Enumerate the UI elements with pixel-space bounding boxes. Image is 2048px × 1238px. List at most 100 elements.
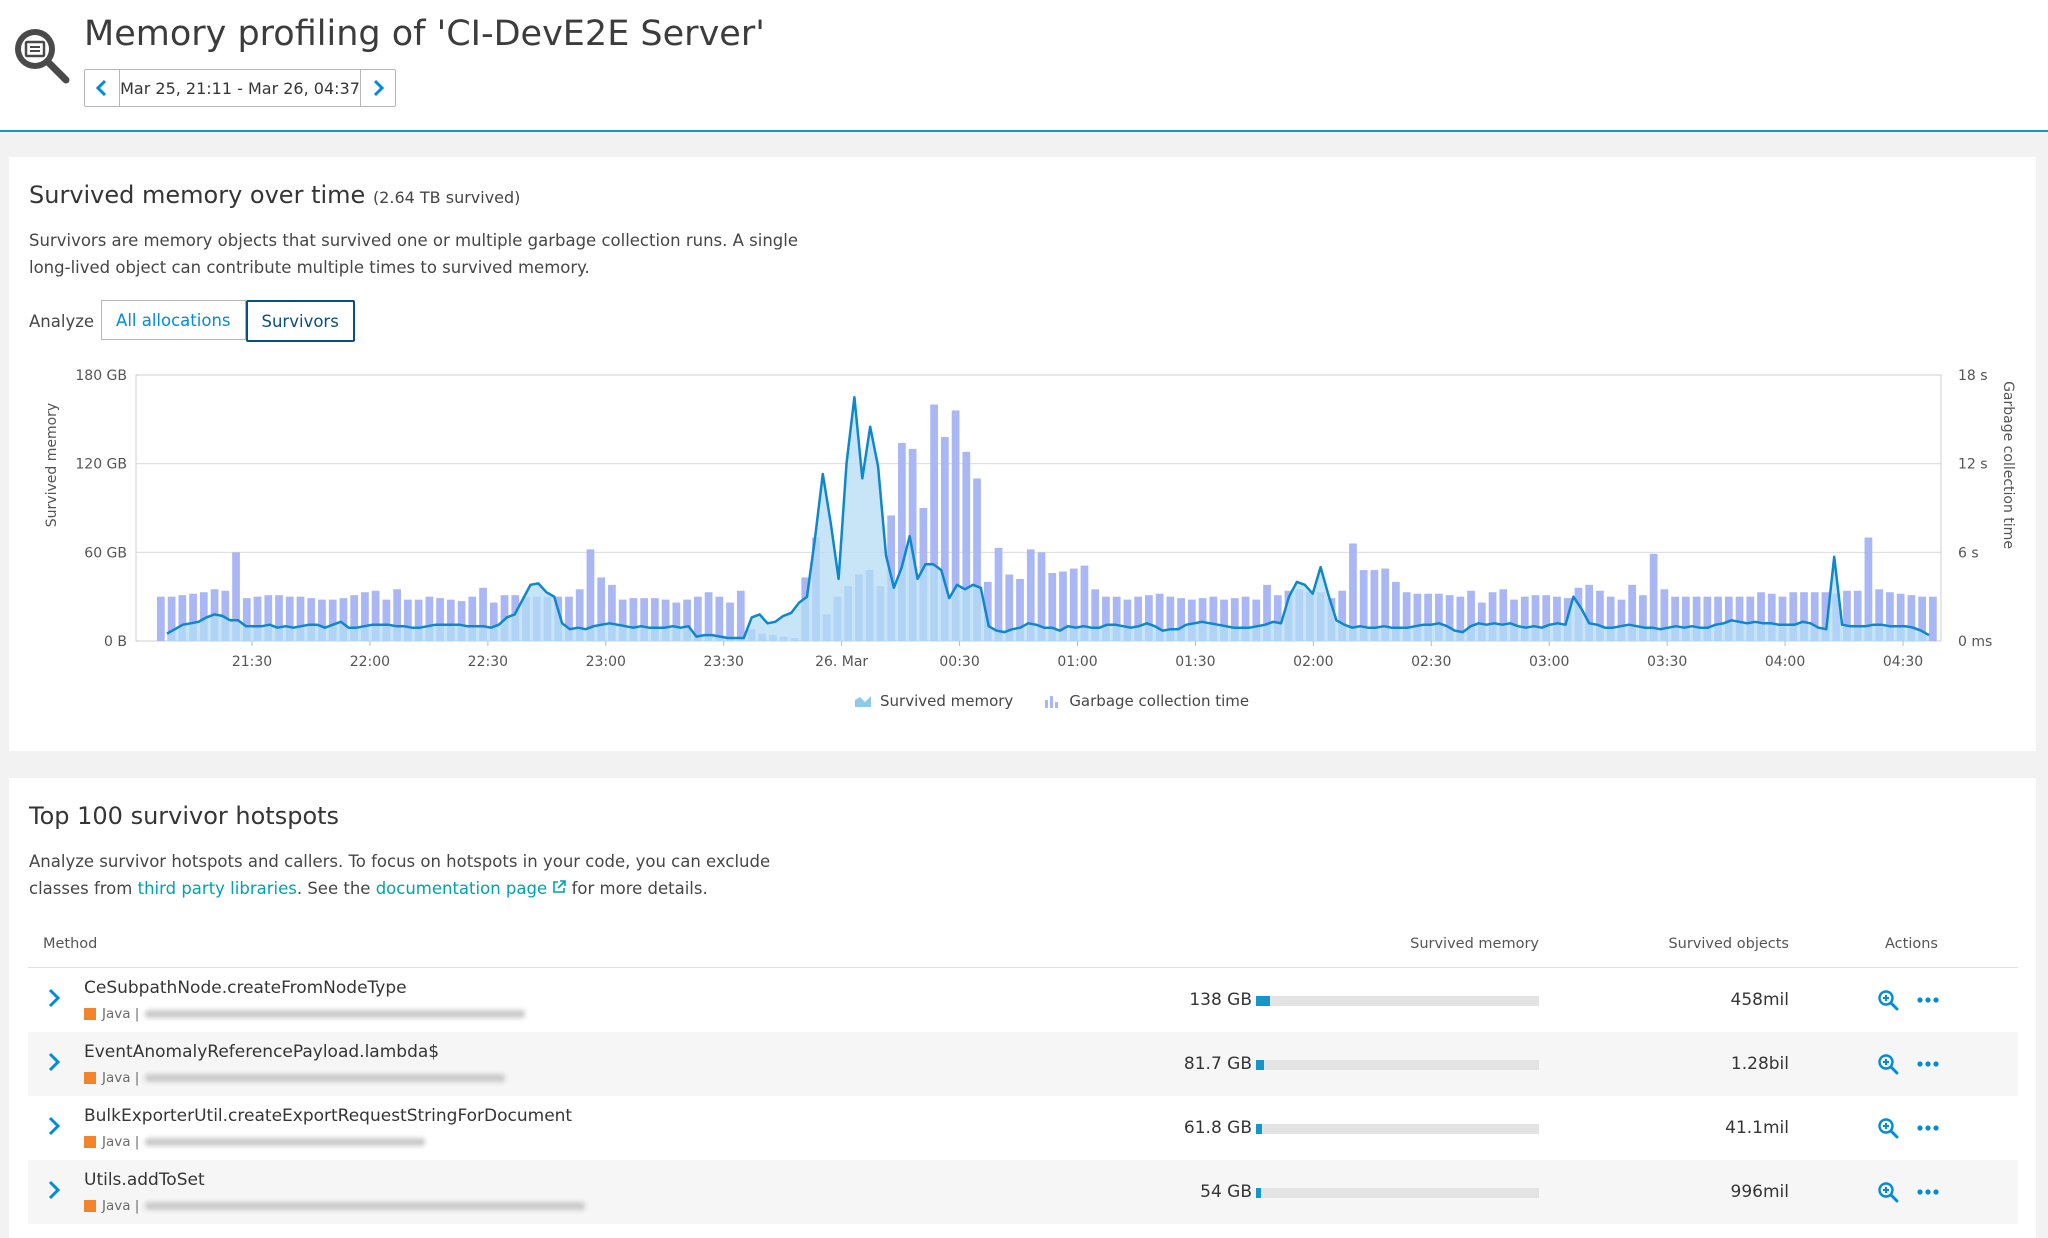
x-tick-label: 26. Mar — [815, 654, 868, 670]
column-header-survived-objects[interactable]: Survived objects — [1668, 936, 1789, 952]
survived-memory-title: Survived memory over time — [29, 181, 366, 209]
column-header-actions: Actions — [1885, 936, 1938, 952]
more-actions-icon[interactable] — [1914, 1178, 1942, 1206]
area-chart-icon — [855, 696, 871, 707]
expand-chevron-icon[interactable] — [42, 1178, 66, 1202]
hotspots-desc-line2: classes from third party libraries. See … — [29, 875, 829, 902]
survivors-button[interactable]: Survivors — [245, 300, 355, 342]
survived-memory-value: 81.7 GB — [1183, 1054, 1252, 1074]
x-tick-label: 04:00 — [1765, 654, 1805, 670]
x-tick-label: 03:30 — [1647, 654, 1687, 670]
y-right-tick-label: 18 s — [1958, 368, 1988, 384]
gc-time-bar[interactable] — [994, 547, 1003, 641]
survived-memory-bar-fill — [1256, 1060, 1265, 1070]
survived-objects-value: 41.1mil — [1725, 1118, 1789, 1138]
x-tick-label: 22:30 — [468, 654, 508, 670]
x-tick-label: 04:30 — [1883, 654, 1923, 670]
table-row[interactable]: CeSubpathNode.createFromNodeType Java | … — [28, 968, 2018, 1032]
column-header-survived-memory[interactable]: Survived memory — [1410, 936, 1539, 952]
documentation-page-link[interactable]: documentation page — [376, 879, 547, 898]
survived-memory-bar-fill — [1256, 1188, 1262, 1198]
survived-description: Survivors are memory objects that surviv… — [29, 227, 829, 281]
analyze-switch: Analyze All allocations Survivors — [29, 300, 355, 342]
java-icon — [84, 1072, 96, 1084]
gc-time-bar[interactable] — [704, 592, 713, 641]
table-row[interactable]: EventAnomalyReferencePayload.lambda$ Jav… — [28, 1032, 2018, 1096]
survived-memory-chart: 180 GB 120 GB 60 GB 0 B 18 s 12 s 6 s 0 ms 21:… — [44, 368, 2016, 670]
y-left-tick-label: 60 GB — [84, 545, 127, 561]
redacted-package — [145, 1202, 586, 1210]
x-tick-label: 00:30 — [939, 654, 979, 670]
survived-objects-value: 1.28bil — [1730, 1054, 1789, 1074]
java-icon — [84, 1200, 96, 1212]
expand-chevron-icon[interactable] — [42, 1114, 66, 1138]
y-left-tick-label: 180 GB — [75, 368, 127, 384]
gc-time-bar[interactable] — [1929, 596, 1937, 641]
expand-chevron-icon[interactable] — [42, 986, 66, 1010]
gc-time-bar[interactable] — [157, 596, 165, 641]
redacted-package — [145, 1138, 426, 1146]
timeframe-next-button[interactable] — [361, 70, 395, 106]
all-allocations-button[interactable]: All allocations — [101, 300, 246, 340]
chevron-left-icon — [95, 79, 107, 97]
hotspots-desc-pre: classes from — [29, 879, 138, 898]
method-name[interactable]: CeSubpathNode.createFromNodeType — [84, 978, 407, 998]
x-tick-label: 22:00 — [350, 654, 390, 670]
more-actions-icon[interactable] — [1914, 1050, 1942, 1078]
legend-gc-label: Garbage collection time — [1069, 692, 1250, 710]
gc-time-bar[interactable] — [736, 590, 745, 641]
legend-gc-time[interactable]: Garbage collection time — [1043, 692, 1249, 710]
x-tick-label: 01:00 — [1057, 654, 1097, 670]
method-details: Java | — [84, 1006, 526, 1022]
bar-chart-icon — [1045, 696, 1059, 708]
redacted-package — [145, 1010, 526, 1018]
survived-memory-value: 61.8 GB — [1183, 1118, 1252, 1138]
page-header: Memory profiling of 'CI-DevE2E Server' M… — [0, 0, 2048, 132]
chevron-right-icon — [373, 79, 385, 97]
y-axis-left-label: Survived memory — [44, 403, 60, 527]
analyze-zoom-icon[interactable] — [1874, 986, 1902, 1014]
more-actions-icon[interactable] — [1914, 1114, 1942, 1142]
x-tick-label: 02:30 — [1411, 654, 1451, 670]
timeframe-value[interactable]: Mar 25, 21:11 - Mar 26, 04:37 — [119, 70, 361, 106]
survived-memory-bar — [1256, 1060, 1539, 1070]
memory-profiling-icon — [10, 24, 74, 88]
survived-memory-bar — [1256, 1188, 1539, 1198]
method-details: Java | — [84, 1070, 506, 1086]
column-header-method[interactable]: Method — [43, 936, 97, 952]
method-name[interactable]: Utils.addToSet — [84, 1170, 205, 1190]
analyze-zoom-icon[interactable] — [1874, 1050, 1902, 1078]
analyze-zoom-icon[interactable] — [1874, 1178, 1902, 1206]
survived-memory-bar — [1256, 996, 1539, 1006]
y-right-tick-label: 12 s — [1958, 457, 1988, 473]
analyze-zoom-icon[interactable] — [1874, 1114, 1902, 1142]
y-right-tick-label: 6 s — [1958, 545, 1979, 561]
survived-memory-bar-fill — [1256, 1124, 1262, 1134]
more-actions-icon[interactable] — [1914, 986, 1942, 1014]
gc-time-bar[interactable] — [715, 596, 724, 641]
survived-total: (2.64 TB survived) — [372, 188, 521, 207]
method-language: Java | — [102, 1134, 140, 1150]
java-icon — [84, 1008, 96, 1020]
third-party-libraries-link[interactable]: third party libraries — [138, 879, 297, 898]
method-name[interactable]: BulkExporterUtil.createExportRequestStri… — [84, 1106, 572, 1126]
survived-desc-line2: long-lived object can contribute multipl… — [29, 258, 590, 277]
chart-legend: Survived memory Garbage collection time — [854, 692, 1249, 710]
table-row[interactable]: Utils.addToSet Java | 54 GB 996mil — [28, 1160, 2018, 1224]
hotspots-title: Top 100 survivor hotspots — [29, 802, 340, 830]
y-left-tick-label: 120 GB — [75, 457, 127, 473]
external-link-icon — [553, 880, 567, 893]
gc-time-bar[interactable] — [726, 602, 734, 641]
expand-chevron-icon[interactable] — [42, 1050, 66, 1074]
survived-desc-line1: Survivors are memory objects that surviv… — [29, 231, 799, 250]
legend-survived-memory[interactable]: Survived memory — [854, 692, 1013, 710]
table-row[interactable]: BulkExporterUtil.createExportRequestStri… — [28, 1096, 2018, 1160]
timeframe-selector[interactable]: Mar 25, 21:11 - Mar 26, 04:37 — [84, 69, 396, 107]
timeframe-prev-button[interactable] — [85, 70, 119, 106]
survived-memory-value: 54 GB — [1200, 1182, 1252, 1202]
method-name[interactable]: EventAnomalyReferencePayload.lambda$ — [84, 1042, 439, 1062]
y-right-tick-label: 0 ms — [1958, 634, 1992, 650]
survived-objects-value: 458mil — [1730, 990, 1789, 1010]
survived-objects-value: 996mil — [1730, 1182, 1789, 1202]
y-axis-right-label: Garbage collection time — [2000, 381, 2016, 549]
